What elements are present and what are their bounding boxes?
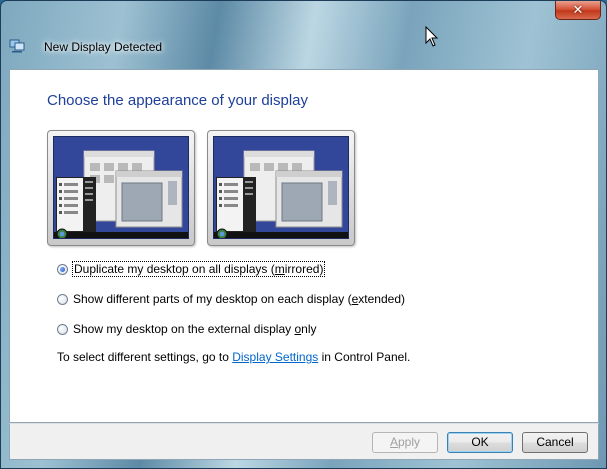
desktop-thumbnail	[53, 136, 189, 239]
settings-hint: To select different settings, go to Disp…	[57, 350, 410, 364]
page-heading: Choose the appearance of your display	[47, 92, 309, 109]
radio-button[interactable]	[57, 293, 68, 305]
radio-button-checked[interactable]	[57, 263, 68, 275]
close-icon: ✕	[572, 2, 584, 18]
dialog-content: Choose the appearance of your display Du…	[9, 69, 599, 423]
option-extended-label[interactable]: Show different parts of my desktop on ea…	[73, 292, 405, 306]
option-external-only-label[interactable]: Show my desktop on the external display …	[73, 322, 317, 336]
hint-text: in Control Panel.	[318, 350, 411, 364]
cancel-button[interactable]: Cancel	[522, 432, 588, 453]
label-text: Duplicate my desktop on all displays (	[74, 262, 275, 276]
label-text: Show my desktop on the external display	[73, 322, 295, 336]
close-button[interactable]: ✕	[555, 1, 601, 20]
apply-access-key: A	[389, 435, 398, 449]
mirrored-preview-image	[47, 130, 195, 246]
title-bar[interactable]	[1, 1, 606, 33]
desktop-thumbnail	[213, 136, 349, 239]
label-access-key: m	[274, 262, 285, 276]
display-wizard-icon	[9, 39, 25, 53]
hint-text: To select different settings, go to	[57, 350, 233, 364]
option-extended[interactable]: Show different parts of my desktop on ea…	[57, 291, 405, 307]
option-mirrored-label[interactable]: Duplicate my desktop on all displays (mi…	[71, 261, 326, 277]
window-title: New Display Detected	[44, 40, 163, 54]
option-mirrored[interactable]: Duplicate my desktop on all displays (mi…	[57, 261, 326, 277]
command-bar: Apply OK Cancel	[9, 423, 599, 460]
apply-button[interactable]: Apply	[372, 432, 438, 453]
dialog-window: ✕ New Display Detected Choose the appear…	[0, 0, 607, 469]
extended-preview-image	[207, 130, 355, 246]
radio-button[interactable]	[57, 323, 68, 335]
label-text: irrored)	[284, 262, 324, 276]
label-text: xtended)	[358, 292, 405, 306]
option-external-only[interactable]: Show my desktop on the external display …	[57, 321, 317, 337]
display-settings-link[interactable]: Display Settings	[232, 350, 318, 364]
apply-label: pply	[398, 435, 421, 449]
label-text: nly	[301, 322, 317, 336]
ok-button[interactable]: OK	[447, 432, 513, 453]
label-text: Show different parts of my desktop on ea…	[73, 292, 352, 306]
mouse-cursor-icon	[425, 26, 439, 47]
